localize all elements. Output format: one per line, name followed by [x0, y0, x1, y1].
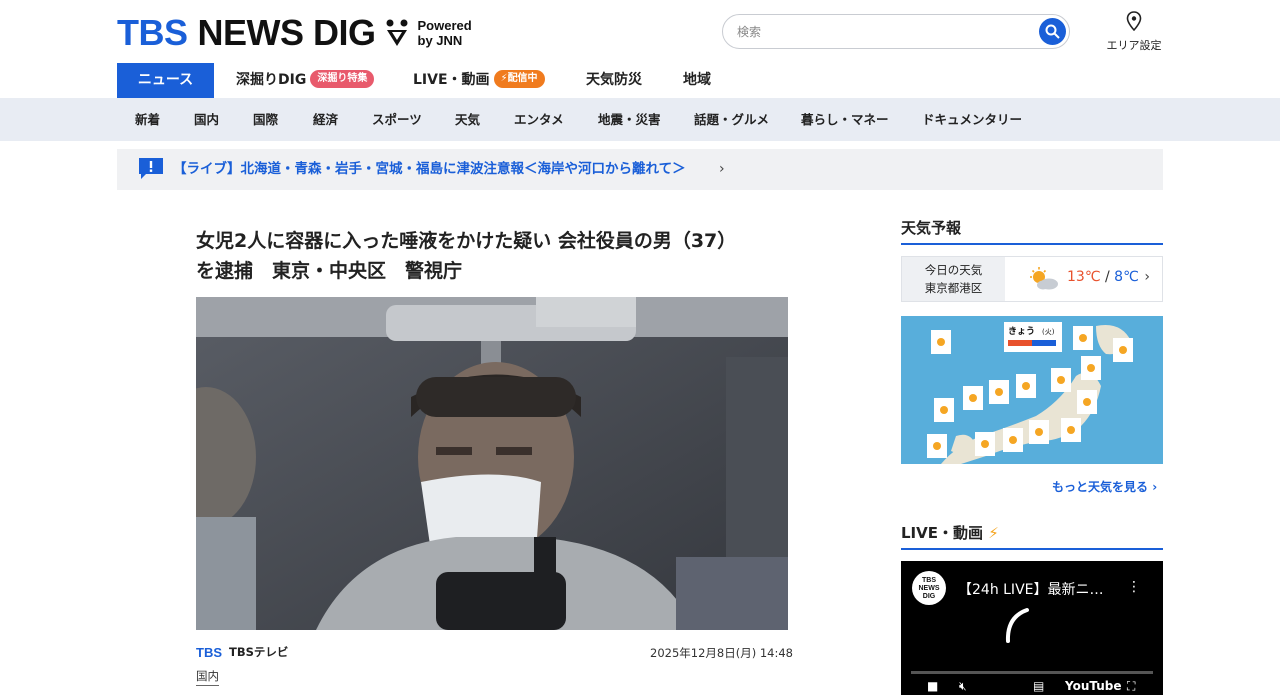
suspect-in-car-image — [196, 297, 788, 630]
powered-line: Powered — [417, 18, 472, 33]
article-date: 2025年12月8日(月) 14:48 — [650, 646, 793, 660]
temp-low: 8℃ — [1114, 269, 1139, 285]
temp-separator: / — [1105, 269, 1110, 285]
location-pin-icon — [1126, 11, 1142, 32]
source-logo: TBS — [196, 644, 222, 660]
search-box — [722, 14, 1070, 49]
nav-news[interactable]: ニュース — [117, 63, 214, 104]
chevron-right-icon: › — [1144, 269, 1150, 285]
category-earthquake-disaster[interactable]: 地震・災害 — [598, 98, 661, 141]
more-weather-link[interactable]: もっと天気を見る › — [1052, 478, 1157, 495]
alert-text: 【ライブ】北海道・青森・岩手・宮城・福島に津波注意報＜海岸や河口から離れて＞ — [173, 161, 686, 177]
logo-tbs: TBS — [117, 12, 188, 53]
weather-location: 東京都港区 — [924, 281, 983, 295]
lightning-icon: ⚡︎ — [988, 524, 999, 542]
nav-live-label: LIVE・動画 — [413, 72, 490, 88]
channel-avatar[interactable]: TBS NEWS DIG — [912, 571, 946, 605]
logo-powered-by: Powered by JNN — [418, 18, 472, 48]
live-badge-label: 配信中 — [507, 73, 538, 84]
category-weather[interactable]: 天気 — [455, 98, 480, 141]
mute-icon[interactable]: 🔇︎ — [959, 679, 967, 694]
today-weather-label-box: 今日の天気 東京都港区 — [902, 257, 1005, 301]
today-weather-card[interactable]: 今日の天気 東京都港区 13℃ / 8℃ › — [901, 256, 1163, 302]
today-label: 今日の天気 — [924, 263, 983, 277]
category-documentary[interactable]: ドキュメンタリー — [922, 98, 1022, 141]
map-heading: きょう — [1008, 326, 1035, 337]
video-title[interactable]: 【24h LIVE】最新ニ… — [958, 579, 1104, 599]
article-title-line1: 女児2人に容器に入った唾液をかけた疑い 会社役員の男（37） — [196, 230, 737, 252]
nav-region[interactable]: 地域 — [683, 63, 711, 98]
article-title: 女児2人に容器に入った唾液をかけた疑い 会社役員の男（37） を逮捕 東京・中央… — [196, 226, 796, 286]
chevron-right-icon: › — [719, 161, 725, 177]
fullscreen-icon[interactable]: ⛶ — [1127, 679, 1135, 694]
avatar-line-2: NEWS — [918, 585, 940, 592]
category-economy[interactable]: 経済 — [313, 98, 338, 141]
stop-icon[interactable]: ■ — [927, 679, 938, 693]
article-category-tag[interactable]: 国内 — [196, 668, 219, 686]
temp-high: 13℃ — [1067, 269, 1101, 285]
category-entertainment[interactable]: エンタメ — [514, 98, 564, 141]
category-domestic[interactable]: 国内 — [194, 98, 219, 141]
today-temps: 13℃ / 8℃ — [1067, 269, 1139, 285]
live-section-label: LIVE・動画 — [901, 524, 983, 542]
site-header: TBS NEWS DIG Powered by JNN エリア設定 — [0, 0, 1280, 63]
area-settings-button[interactable]: エリア設定 — [1102, 11, 1166, 53]
live-badge: ⚡︎配信中 — [493, 70, 545, 88]
category-sports[interactable]: スポーツ — [372, 98, 422, 141]
search-icon — [1045, 24, 1060, 39]
jnn-line: by JNN — [417, 33, 463, 48]
category-life-money[interactable]: 暮らし・マネー — [801, 98, 889, 141]
area-settings-label: エリア設定 — [1106, 39, 1162, 52]
article-source[interactable]: TBS TBSテレビ — [196, 644, 288, 660]
article-title-line2: を逮捕 東京・中央区 警視庁 — [196, 260, 463, 282]
map-day: (火) — [1042, 328, 1055, 336]
youtube-logo[interactable]: YouTube — [1065, 679, 1122, 693]
category-international[interactable]: 国際 — [253, 98, 278, 141]
lightning-icon: ⚡︎ — [500, 73, 508, 84]
alert-speech-icon — [139, 158, 163, 179]
more-vert-icon[interactable]: ⋮ — [1127, 579, 1141, 595]
more-weather-label: もっと天気を見る — [1052, 480, 1149, 494]
sun-cloud-icon — [1030, 267, 1058, 290]
search-button[interactable] — [1039, 18, 1066, 45]
site-logo[interactable]: TBS NEWS DIG Powered by JNN — [117, 12, 472, 54]
video-progress-bar[interactable] — [911, 671, 1153, 674]
loading-spinner-icon — [1005, 608, 1029, 643]
live-video-player[interactable]: TBS NEWS DIG 【24h LIVE】最新ニ… ⋮ ■ 🔇︎ ▤ You… — [901, 561, 1163, 695]
japan-weather-map-image: きょう (火) — [901, 316, 1163, 464]
category-new[interactable]: 新着 — [135, 98, 160, 141]
avatar-line-3: DIG — [922, 593, 936, 600]
weather-section-title: 天気予報 — [901, 217, 1163, 245]
source-name: TBSテレビ — [229, 645, 289, 659]
main-nav: ニュース 深掘りDIG 深掘り特集 LIVE・動画 ⚡︎配信中 天気防災 地域 — [0, 63, 1280, 104]
nav-fukabori-label: 深掘りDIG — [236, 72, 307, 88]
breaking-alert-banner[interactable]: 【ライブ】北海道・青森・岩手・宮城・福島に津波注意報＜海岸や河口から離れて＞ › — [117, 149, 1163, 190]
nav-fukabori-dig[interactable]: 深掘りDIG 深掘り特集 — [236, 63, 375, 98]
search-input[interactable] — [737, 23, 1027, 41]
category-topics-gourmet[interactable]: 話題・グルメ — [694, 98, 769, 141]
article-photo — [196, 297, 788, 630]
dig-mascot-icon — [386, 19, 408, 46]
category-nav: 新着 国内 国際 経済 スポーツ 天気 エンタメ 地震・災害 話題・グルメ 暮ら… — [0, 98, 1280, 141]
nav-weather-disaster[interactable]: 天気防災 — [586, 63, 642, 98]
logo-news-dig: NEWS DIG — [197, 12, 377, 53]
fukabori-badge: 深掘り特集 — [310, 70, 375, 88]
avatar-line-1: TBS — [922, 577, 936, 584]
subtitles-icon[interactable]: ▤ — [1033, 679, 1044, 693]
live-section-title: LIVE・動画 ⚡︎ — [901, 522, 1163, 550]
chevron-right-icon: › — [1152, 480, 1158, 494]
weather-map[interactable]: きょう (火) — [901, 316, 1163, 464]
nav-live-video[interactable]: LIVE・動画 ⚡︎配信中 — [413, 63, 545, 98]
